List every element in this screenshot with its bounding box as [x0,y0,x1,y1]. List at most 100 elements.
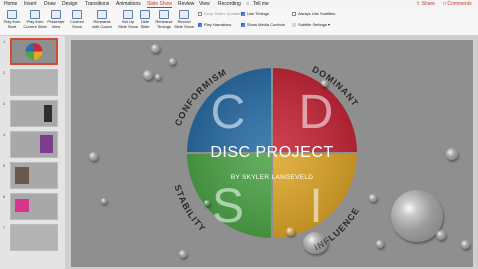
water-droplet [169,58,176,65]
option-label: Subtitle Settings [298,22,327,27]
water-droplet [321,80,328,87]
slide-thumbnail[interactable]: 5 [0,162,65,190]
chevron-down-icon: ▾ [328,22,331,27]
slide-title[interactable]: DISC PROJECT [71,144,473,162]
tab-home[interactable]: Home [4,1,17,7]
comment-icon: □ [443,1,447,7]
thumbnail-image [10,162,58,189]
option-label: Use Timings [247,11,270,16]
water-droplet [151,44,160,53]
water-droplet [204,200,210,206]
tab-review[interactable]: Review [178,1,194,7]
btn-label: with Coach [92,23,112,29]
slide-thumbnail[interactable]: 3 [0,100,65,128]
btn-label: View [51,23,61,29]
slide-subtitle[interactable]: BY SKYLER LANGEVELD [71,174,473,181]
btn-label: Slide [140,23,150,29]
record-slide-show-button[interactable]: Record Slide Show [174,10,194,29]
water-droplet [436,230,446,240]
slide-number: 1 [3,39,6,44]
tab-view[interactable]: View [199,1,210,7]
comments-label: Comments [447,1,472,7]
subtitle-settings-dropdown[interactable]: Subtitle Settings ▾ [292,22,330,28]
share-button[interactable]: ⇧ Share [416,1,435,7]
setup-icon [123,10,133,19]
tab-design[interactable]: Design [62,1,78,7]
letter-i: I [309,180,322,233]
slide-number: 5 [3,163,6,168]
play-icon [7,10,17,19]
checkbox-icon [292,11,296,16]
water-droplet [286,227,295,236]
water-droplet [369,194,377,202]
checkbox-icon [198,11,202,16]
custom-show-icon [72,10,82,19]
thumbnail-image [10,131,58,158]
tab-animations[interactable]: Animations [116,1,141,7]
powerpoint-window: Home Insert Draw Design Transitions Anim… [0,0,478,269]
hide-slide-icon [140,10,150,19]
thumbnail-image [10,224,58,251]
btn-label: Current Slide [23,23,47,29]
slide-thumbnail[interactable]: 4 [0,131,65,159]
thumbnail-photo [44,105,52,122]
tab-draw[interactable]: Draw [44,1,56,7]
water-droplet [376,240,384,248]
btn-label: Start [7,23,17,29]
slide-thumbnail[interactable]: 7 [0,224,65,252]
btn-label: Timings [157,23,171,29]
comments-button[interactable]: □ Comments [443,1,472,7]
checkbox-checked-icon: ✓ [241,11,246,17]
thumbnail-photo [15,167,29,184]
share-label: Share [421,1,435,7]
tab-insert[interactable]: Insert [24,1,37,7]
water-droplet [143,70,153,80]
rehearse-timings-button[interactable]: Rehearse Timings [155,10,173,29]
custom-show-button[interactable]: Custom Show [68,10,86,29]
set-up-slide-show-button[interactable]: Set Up Slide Show [118,10,138,29]
presenter-icon [51,10,61,19]
current-slide[interactable]: C D S I CONFORMISM DOMINANT STABILITY IN… [71,40,473,267]
show-media-controls-checkbox[interactable]: ✓ Show Media Controls [241,22,285,28]
option-label: Play Narrations [204,22,232,27]
tab-transitions[interactable]: Transitions [85,1,109,7]
slide-show-ribbon: Play from Start Play from Current Slide Pr… [0,8,478,36]
thumbnail-image [10,69,58,96]
slide-number: 7 [3,225,6,230]
always-use-subtitles-checkbox[interactable]: Always Use Subtitles [292,11,335,17]
slide-thumbnails-panel: 1 2 3 4 5 6 7 [0,36,66,269]
coach-icon [97,10,107,19]
tab-recording[interactable]: Recording [218,1,241,7]
slide-number: 4 [3,132,6,137]
subtitle-icon [292,22,296,27]
thumbnail-photo [40,135,53,153]
slide-thumbnail[interactable]: 2 [0,69,65,97]
water-droplet [179,250,187,258]
letter-d: D [299,86,334,139]
thumbnail-photo [15,199,29,212]
slide-thumbnail[interactable]: 6 [0,193,65,221]
btn-label: Slide Show [118,23,138,29]
keep-slides-updated-checkbox[interactable]: Keep Slides Updated [198,11,242,17]
thumbnail-image [10,193,58,220]
tab-slide-show[interactable]: Slide Show [147,1,173,8]
letter-s: S [212,180,244,233]
thumbnail-disc-graphic [12,40,56,63]
btn-label: Show [71,23,82,29]
water-droplet [89,152,98,161]
water-droplet [446,148,458,160]
play-from-start-button[interactable]: Play from Start [2,10,22,29]
hide-slide-button[interactable]: Hide Slide [138,10,152,29]
rehearse-with-coach-button[interactable]: Rehearse with Coach [90,10,114,29]
play-narrations-checkbox[interactable]: ✓ Play Narrations [198,22,231,28]
slide-thumbnail[interactable]: 1 [0,38,65,66]
play-from-current-slide-button[interactable]: Play from Current Slide [22,10,48,29]
slide-number: 2 [3,70,6,75]
ribbon-tabs: Home Insert Draw Design Transitions Anim… [0,0,478,8]
tell-me-search[interactable]: Tell me [253,1,269,7]
lightbulb-icon: ○ [246,1,250,7]
water-droplet [155,74,161,80]
presenter-view-button[interactable]: Presenter View [46,10,66,29]
use-timings-checkbox[interactable]: ✓ Use Timings [241,11,269,17]
water-droplet [461,240,470,249]
